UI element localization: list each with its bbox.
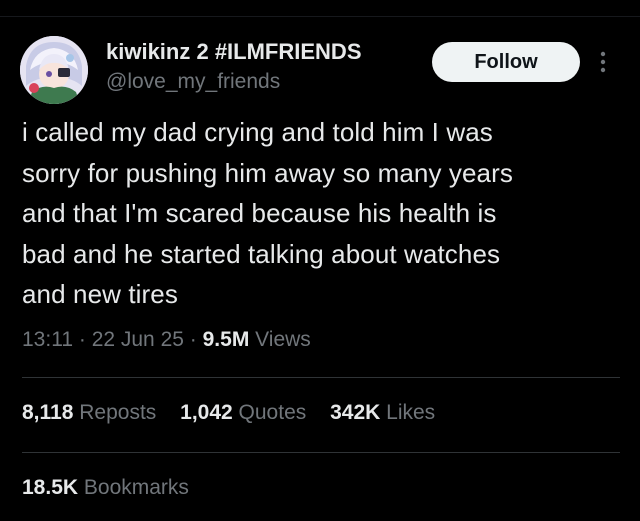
avatar[interactable] [20, 36, 88, 104]
follow-button[interactable]: Follow [432, 42, 580, 82]
reposts-label: Reposts [79, 401, 157, 424]
tweet-time[interactable]: 13:11 [22, 328, 73, 351]
tweet-line: and that I'm scared because his health i… [22, 198, 497, 228]
tweet-line: and new tires [22, 279, 178, 309]
author-display-name[interactable]: kiwikinz 2 #ILMFRIENDS [106, 39, 362, 65]
views-count: 9.5M [202, 328, 250, 351]
divider [22, 377, 620, 378]
reposts-stat[interactable]: 8,118 Reposts [22, 401, 156, 424]
quotes-label: Quotes [238, 401, 307, 424]
tweet-text: i called my dad crying and told him I wa… [22, 112, 622, 315]
likes-stat[interactable]: 342K Likes [330, 401, 435, 424]
anime-girl-avatar-icon [20, 36, 88, 104]
tweet-line: bad and he started talking about watches [22, 238, 501, 269]
views-label: Views [255, 328, 311, 351]
tweet-meta: 13:11 · 22 Jun 25 · 9.5M Views [22, 328, 311, 352]
likes-label: Likes [386, 401, 436, 424]
author-handle[interactable]: @love_my_friends [106, 70, 280, 94]
quotes-count: 1,042 [180, 401, 233, 424]
more-vertical-icon[interactable] [596, 48, 610, 78]
divider [22, 452, 620, 453]
tweet-line: sorry for pushing him away so many years [22, 157, 513, 188]
top-divider [0, 16, 640, 17]
reposts-count: 8,118 [22, 401, 74, 424]
bookmarks-stat[interactable]: 18.5K Bookmarks [22, 476, 189, 500]
bookmarks-count: 18.5K [22, 476, 79, 499]
bookmarks-label: Bookmarks [83, 476, 189, 499]
tweet-date[interactable]: 22 Jun 25 [92, 328, 184, 351]
quotes-stat[interactable]: 1,042 Quotes [180, 401, 306, 424]
likes-count: 342K [330, 401, 381, 424]
meta-separator: · [78, 328, 86, 351]
meta-separator: · [189, 328, 197, 351]
tweet-line: i called my dad crying and told him I wa… [22, 117, 493, 147]
engagement-stats: 8,118 Reposts 1,042 Quotes 342K Likes [22, 401, 453, 425]
